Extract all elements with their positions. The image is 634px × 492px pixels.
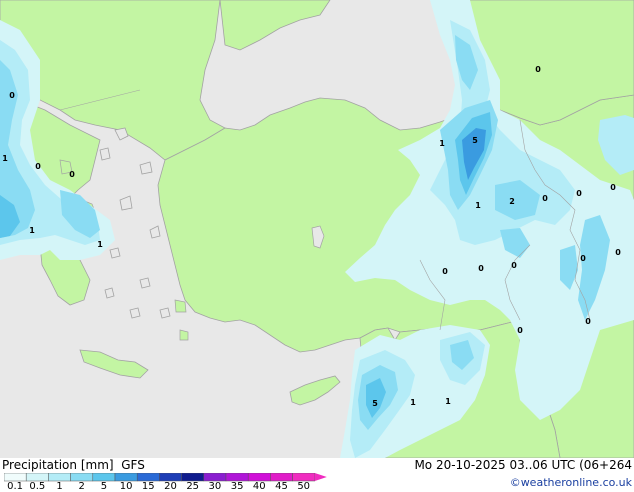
- legend-title: Precipitation [mm] GFS: [2, 458, 145, 472]
- colorbar-label: 10: [119, 481, 133, 492]
- precip-value-label: 1: [2, 154, 8, 163]
- island-10: [129, 307, 141, 319]
- precip-value-label: 0: [478, 264, 484, 273]
- precip-value-label: 0: [511, 261, 517, 270]
- precip-value-label: 2: [509, 197, 515, 206]
- colorbar-arrow: [314, 473, 327, 481]
- precip-value-label: 1: [439, 139, 445, 148]
- colorbar-label: 20: [164, 481, 177, 492]
- precip-value-label: 0: [69, 170, 75, 179]
- colorbar-label: 5: [100, 481, 108, 492]
- colorbar-segment: [4, 473, 27, 482]
- legend-footer: Precipitation [mm] GFS Mo 20-10-2025 03.…: [0, 458, 634, 492]
- colorbar-segment: [270, 473, 293, 482]
- island-7: [139, 277, 151, 289]
- precip-value-label: 1: [29, 226, 35, 235]
- precip-value-label: 0: [517, 326, 523, 335]
- colorbar-segment: [225, 473, 249, 482]
- island-6: [109, 247, 121, 259]
- colorbar-label: 35: [230, 481, 244, 492]
- precip-value-label: 1: [410, 398, 416, 407]
- colorbar-segment: [136, 473, 160, 482]
- precip-value-label: 0: [615, 248, 621, 257]
- colorbar-label: 30: [208, 481, 222, 492]
- precip-value-label: 0: [542, 194, 548, 203]
- colorbar-segment: [48, 473, 71, 482]
- island-2: [99, 147, 111, 161]
- colorbar-label: 1: [56, 481, 63, 492]
- model-name: GFS: [121, 458, 145, 472]
- colorbar-label: 15: [141, 481, 155, 492]
- colorbar-segment: [92, 473, 116, 482]
- colorbar-segment: [159, 473, 182, 482]
- precip-title: Precipitation [mm]: [2, 458, 114, 472]
- precip-value-label: 5: [472, 136, 478, 145]
- colorbar-label: 50: [297, 481, 311, 492]
- island-9: [159, 307, 171, 319]
- credit: ©weatheronline.co.uk: [509, 476, 632, 489]
- precip-value-label: 5: [372, 399, 378, 408]
- colorbar-segment: [25, 473, 49, 482]
- colorbar-label: 2: [78, 481, 85, 492]
- island-8: [104, 287, 115, 299]
- precip-value-label: 1: [445, 397, 451, 406]
- precip-value-label: 1: [97, 240, 103, 249]
- colorbar-segment: [292, 473, 316, 482]
- colorbar-label: 25: [186, 481, 200, 492]
- precip-value-label: 0: [580, 254, 586, 263]
- precip-value-label: 0: [35, 162, 41, 171]
- precip-value-label: 0: [576, 189, 582, 198]
- colorbar-label: 0.5: [29, 481, 46, 492]
- colorbar-segment: [114, 473, 138, 482]
- colorbar-segment: [181, 473, 205, 482]
- colorbar-segment: [70, 473, 94, 482]
- valid-time: Mo 20-10-2025 03..06 UTC (06+264: [414, 458, 632, 472]
- colorbar-label: 0.1: [7, 481, 24, 492]
- precip-value-label: 0: [535, 65, 541, 74]
- precip-value-label: 0: [442, 267, 448, 276]
- precipitation-map: 0 1 0 0 1 1 0 1 5 1 2 0 0 0 0 0 0 0 0 0 0 5 1 1: [0, 0, 634, 458]
- colorbar-label: 40: [252, 481, 266, 492]
- precip-value-label: 0: [610, 183, 616, 192]
- precip-value-label: 0: [9, 91, 15, 100]
- colorbar-segment: [247, 473, 271, 482]
- precip-value-label: 1: [475, 201, 481, 210]
- colorbar-label: 45: [275, 481, 288, 492]
- colorbar-segment: [203, 473, 227, 482]
- precip-value-label: 0: [585, 317, 591, 326]
